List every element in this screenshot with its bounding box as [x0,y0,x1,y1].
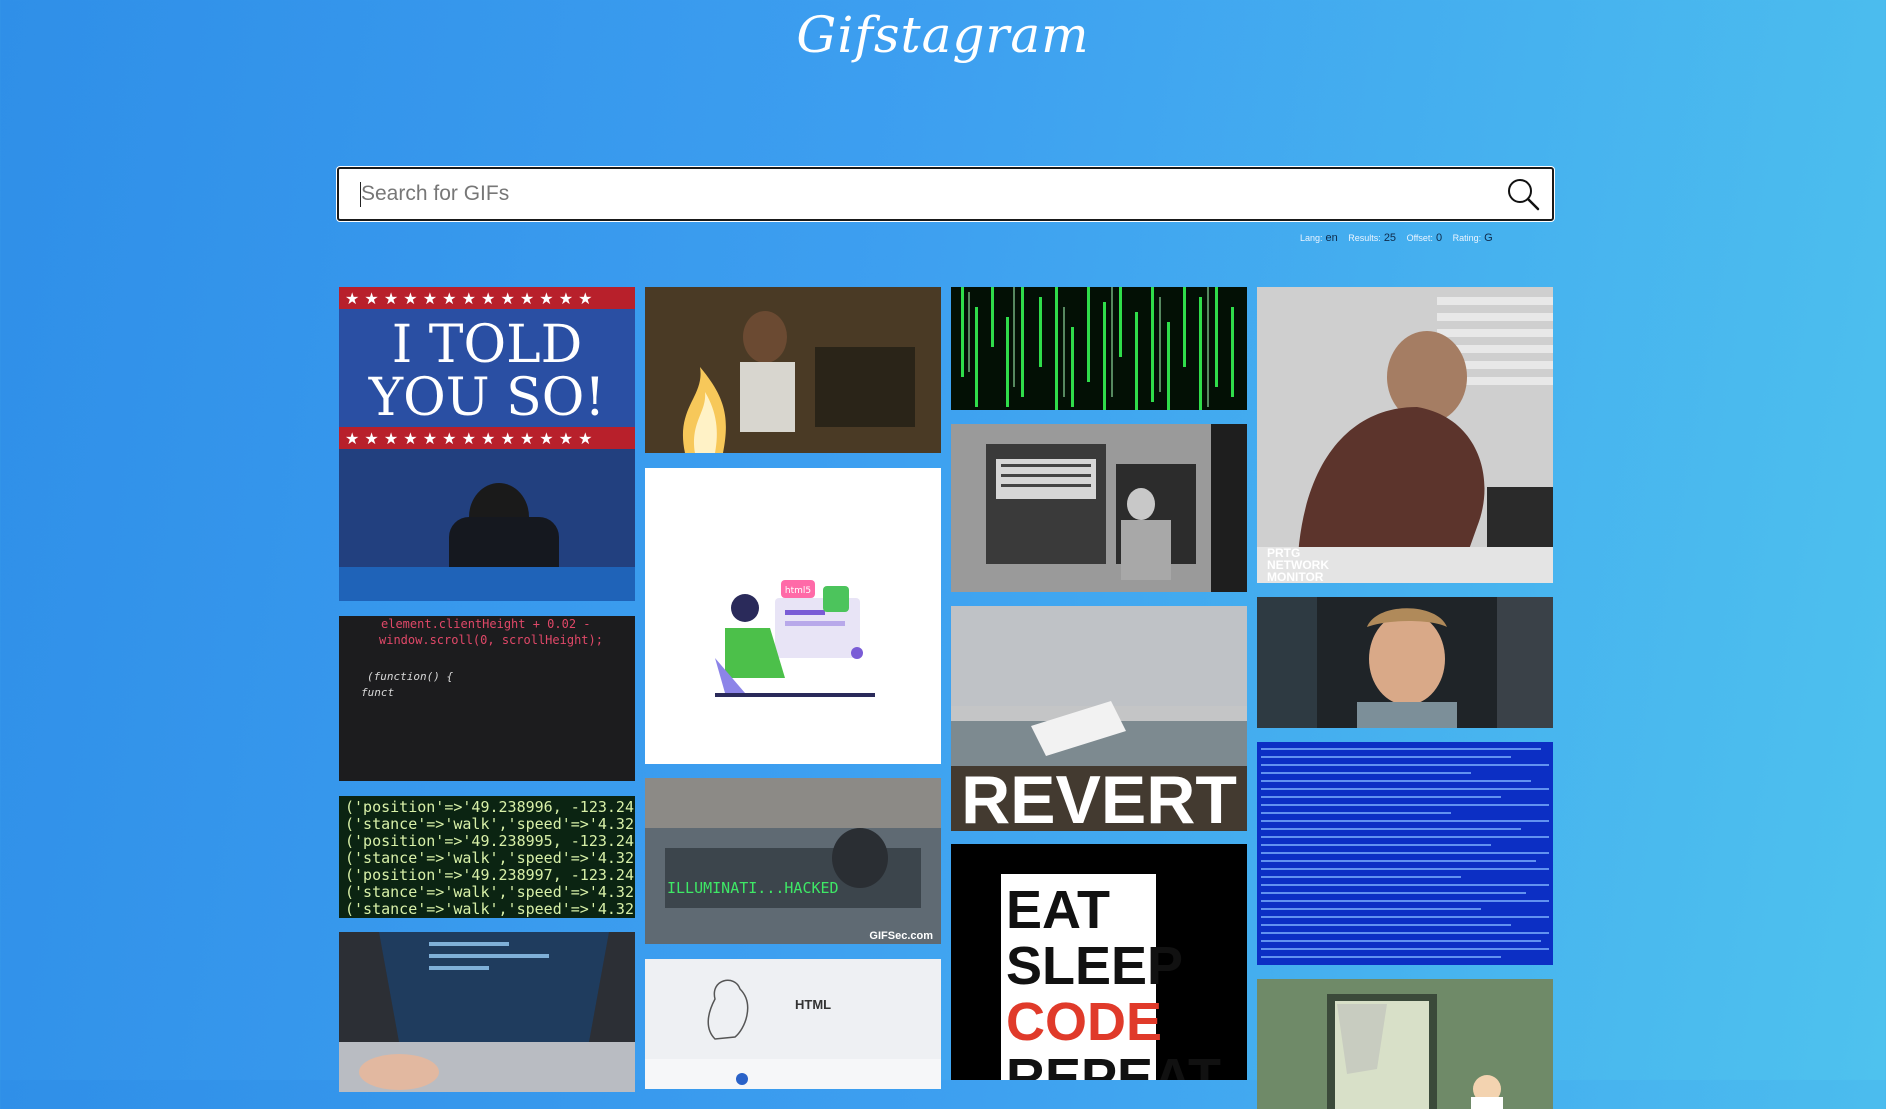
log-line-4: ('stance'=>'walk','speed'=>'4.32 [345,849,634,867]
log-line-2: ('stance'=>'walk','speed'=>'4.32 [345,815,634,833]
gif-tile-code-scroll[interactable]: element.clientHeight + 0.02 - window.scr… [339,616,635,781]
gif-tile-frustrated-worker[interactable]: PRTG NETWORK MONITOR [1257,287,1553,583]
log-line-5: ('position'=>'49.238997, -123.24 [345,866,634,884]
rating-value[interactable]: G [1484,232,1493,244]
code-word: CODE [1006,992,1162,1052]
gifsec-watermark: GIFSec.com [869,930,933,942]
svg-text:★ ★ ★ ★ ★ ★ ★ ★ ★ ★ ★ ★ ★: ★ ★ ★ ★ ★ ★ ★ ★ ★ ★ ★ ★ ★ [345,289,593,308]
gif-tile-blue-code[interactable] [1257,742,1553,965]
gif-tile-cartoon-window[interactable] [1257,979,1553,1109]
lang-label: Lang: [1300,233,1323,243]
text-cursor [360,182,361,207]
log-line-1: ('position'=>'49.238996, -123.24 [345,798,634,816]
code-line-4: funct [361,686,394,699]
results-label: Results: [1348,233,1381,243]
gif-tile-car-guy[interactable] [1257,597,1553,728]
gif-tile-laptop-typing[interactable] [339,932,635,1092]
gif-tile-data-log[interactable]: ('position'=>'49.238996, -123.24 ('stanc… [339,796,635,918]
told-you-so-line1: I TOLD [392,315,583,375]
lang-value[interactable]: en [1326,232,1338,244]
gif-tile-developer-illustration[interactable]: html5 [645,468,941,764]
gif-tile-fire-office[interactable] [645,287,941,453]
gif-tile-revert[interactable]: REVERT [951,606,1247,831]
search-bar [337,167,1554,221]
told-you-so-line2: YOU SO! [368,368,605,428]
results-value[interactable]: 25 [1384,232,1396,244]
html5-badge: html5 [785,586,811,596]
gif-tile-eat-sleep-code[interactable]: EAT SLEEP CODE REPEAT [951,844,1247,1080]
offset-value[interactable]: 0 [1436,232,1442,244]
revert-caption: REVERT [961,762,1237,831]
log-line-7: ('stance'=>'walk','speed'=>'4.32 [345,900,634,918]
log-line-3: ('position'=>'49.238995, -123.24 [345,832,634,850]
search-input[interactable] [361,169,1491,219]
svg-text:★ ★ ★ ★ ★ ★ ★ ★ ★ ★ ★ ★ ★: ★ ★ ★ ★ ★ ★ ★ ★ ★ ★ ★ ★ ★ [345,429,593,448]
gif-tile-ibm-computer[interactable] [951,424,1247,592]
offset-label: Offset: [1406,233,1433,243]
app-logo[interactable]: Gifstagram [0,6,1886,64]
html-label: HTML [795,997,831,1012]
rating-label: Rating: [1452,233,1482,243]
eat-word: EAT [1006,880,1110,940]
gif-tile-hacked[interactable]: ILLUMINATI...HACKED GIFSec.com [645,778,941,944]
search-icon[interactable] [1506,177,1540,211]
code-line-1: element.clientHeight + 0.02 - [381,617,591,631]
search-settings: Lang: en Results: 25 Offset: 0 Rating: G [1300,232,1560,244]
repeat-word: REPEAT [1006,1048,1221,1080]
hacked-caption: ILLUMINATI...HACKED [667,879,839,897]
gif-tile-matrix[interactable] [951,287,1247,410]
sleep-word: SLEEP [1006,936,1183,996]
code-line-3: (function() { [367,670,453,683]
monitor-word: MONITOR [1267,570,1324,583]
code-line-2: window.scroll(0, scrollHeight); [379,633,603,647]
gif-tile-told-you-so[interactable]: ★ ★ ★ ★ ★ ★ ★ ★ ★ ★ ★ ★ ★ ★ ★ ★ ★ ★ ★ ★ … [339,287,635,601]
log-line-6: ('stance'=>'walk','speed'=>'4.32 [345,883,634,901]
gif-tile-html-card[interactable]: HTML [645,959,941,1089]
